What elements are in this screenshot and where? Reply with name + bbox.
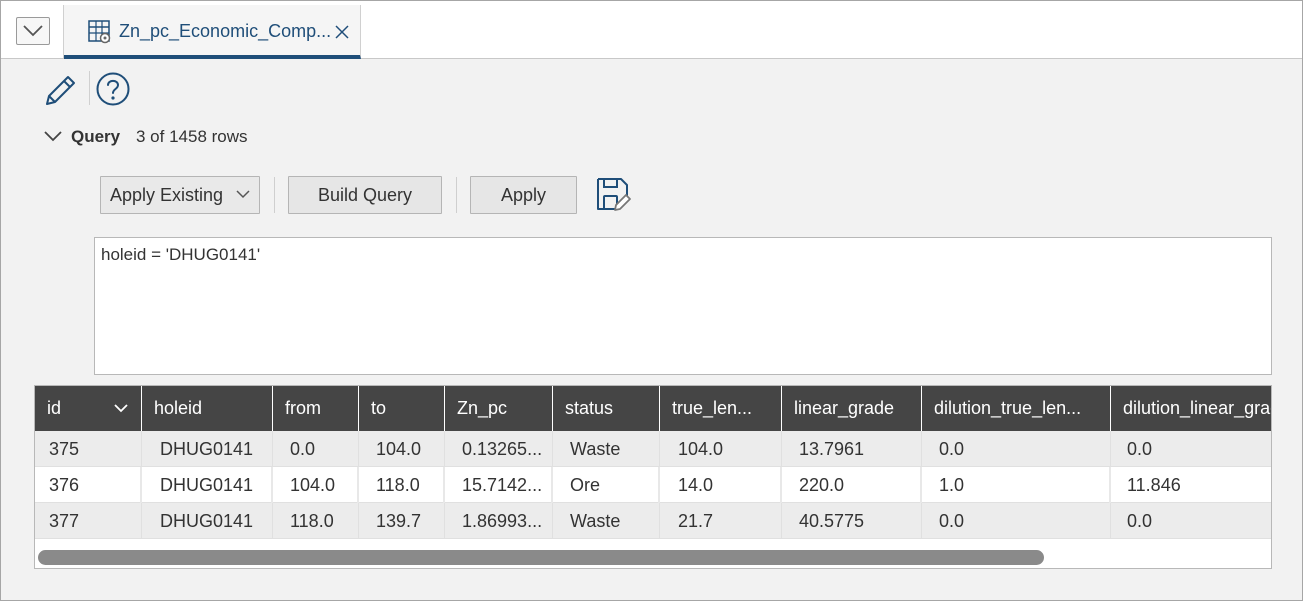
cell-to: 104.0 [359, 431, 445, 467]
cell-id: 375 [35, 431, 142, 467]
apply-existing-select[interactable]: Apply Existing [100, 176, 260, 214]
cell-id: 377 [35, 503, 142, 539]
cell-to: 118.0 [359, 467, 445, 503]
button-divider [456, 177, 457, 213]
cell-status: Waste [553, 503, 660, 539]
cell-zn-pc: 1.86993... [445, 503, 553, 539]
column-header-label: true_len... [672, 398, 753, 418]
close-icon[interactable] [335, 25, 349, 39]
tab-menu-button[interactable] [16, 17, 50, 45]
cell-dilution-linear-grade: 0.0 [1111, 431, 1271, 467]
cell-from: 0.0 [273, 431, 359, 467]
cell-status: Ore [553, 467, 660, 503]
cell-linear-grade: 13.7961 [782, 431, 922, 467]
chevron-down-icon [23, 25, 43, 37]
tab-bar: Zn_pc_Economic_Comp... [1, 1, 1302, 59]
cell-linear-grade: 220.0 [782, 467, 922, 503]
save-edit-icon[interactable] [595, 176, 633, 214]
column-header-linear-grade[interactable]: linear_grade [782, 386, 922, 431]
table-row[interactable]: 377 DHUG0141 118.0 139.7 1.86993... Wast… [35, 503, 1271, 539]
column-header-id[interactable]: id [35, 386, 142, 431]
cell-true-length: 14.0 [660, 467, 782, 503]
query-expression-input[interactable]: holeid = 'DHUG0141' [94, 237, 1272, 375]
scrollbar-thumb[interactable] [38, 550, 1044, 565]
column-header-label: Zn_pc [457, 398, 508, 418]
pencil-icon[interactable] [43, 71, 79, 107]
cell-dilution-true-length: 1.0 [922, 467, 1111, 503]
build-query-button[interactable]: Build Query [288, 176, 442, 214]
column-header-zn-pc[interactable]: Zn_pc [445, 386, 553, 431]
cell-to: 139.7 [359, 503, 445, 539]
column-header-label: status [565, 398, 614, 418]
column-header-true-length[interactable]: true_len... [660, 386, 782, 431]
horizontal-scrollbar[interactable] [35, 543, 1271, 568]
column-header-to[interactable]: to [359, 386, 445, 431]
cell-id: 376 [35, 467, 142, 503]
column-header-dilution-linear-grade[interactable]: dilution_linear_grad [1111, 386, 1272, 431]
query-label[interactable]: Query [71, 127, 120, 147]
table-row[interactable]: 376 DHUG0141 104.0 118.0 15.7142... Ore … [35, 467, 1271, 503]
column-header-label: holeid [154, 398, 203, 418]
cell-dilution-true-length: 0.0 [922, 431, 1111, 467]
table-settings-icon [88, 20, 111, 44]
chevron-down-icon[interactable] [43, 129, 63, 143]
data-grid: id holeid from to Zn_pc status true_len.… [34, 385, 1272, 569]
grid-header-row: id holeid from to Zn_pc status true_len.… [35, 386, 1272, 431]
row-count: 3 of 1458 rows [136, 127, 248, 146]
table-row[interactable]: 375 DHUG0141 0.0 104.0 0.13265... Waste … [35, 431, 1271, 467]
cell-linear-grade: 40.5775 [782, 503, 922, 539]
apply-button[interactable]: Apply [470, 176, 577, 214]
cell-zn-pc: 0.13265... [445, 431, 553, 467]
tab-zn-pc-economic[interactable]: Zn_pc_Economic_Comp... [64, 5, 361, 59]
column-header-dilution-true-length[interactable]: dilution_true_len... [922, 386, 1111, 431]
button-divider [274, 177, 275, 213]
cell-holeid: DHUG0141 [142, 467, 273, 503]
column-header-status[interactable]: status [553, 386, 660, 431]
column-header-label: linear_grade [794, 398, 895, 418]
cell-true-length: 21.7 [660, 503, 782, 539]
cell-zn-pc: 15.7142... [445, 467, 553, 503]
chevron-down-icon [236, 190, 250, 199]
tab-title: Zn_pc_Economic_Comp... [119, 21, 332, 41]
cell-true-length: 104.0 [660, 431, 782, 467]
help-icon[interactable] [95, 71, 131, 107]
column-header-holeid[interactable]: holeid [142, 386, 273, 431]
apply-existing-label: Apply Existing [110, 184, 224, 205]
column-header-label: to [371, 398, 387, 418]
toolbar-divider [89, 71, 90, 105]
cell-dilution-linear-grade: 0.0 [1111, 503, 1271, 539]
column-header-label: dilution_linear_grad [1123, 398, 1272, 418]
cell-dilution-linear-grade: 11.846 [1111, 467, 1271, 503]
window-frame: Zn_pc_Economic_Comp... Query 3 of 1458 r… [0, 0, 1303, 601]
column-header-label: from [285, 398, 321, 418]
column-header-label: id [47, 398, 62, 418]
cell-dilution-true-length: 0.0 [922, 503, 1111, 539]
column-header-from[interactable]: from [273, 386, 359, 431]
column-header-label: dilution_true_len... [934, 398, 1082, 418]
chevron-down-icon[interactable] [113, 402, 129, 414]
cell-status: Waste [553, 431, 660, 467]
cell-holeid: DHUG0141 [142, 431, 273, 467]
cell-from: 118.0 [273, 503, 359, 539]
cell-from: 104.0 [273, 467, 359, 503]
cell-holeid: DHUG0141 [142, 503, 273, 539]
